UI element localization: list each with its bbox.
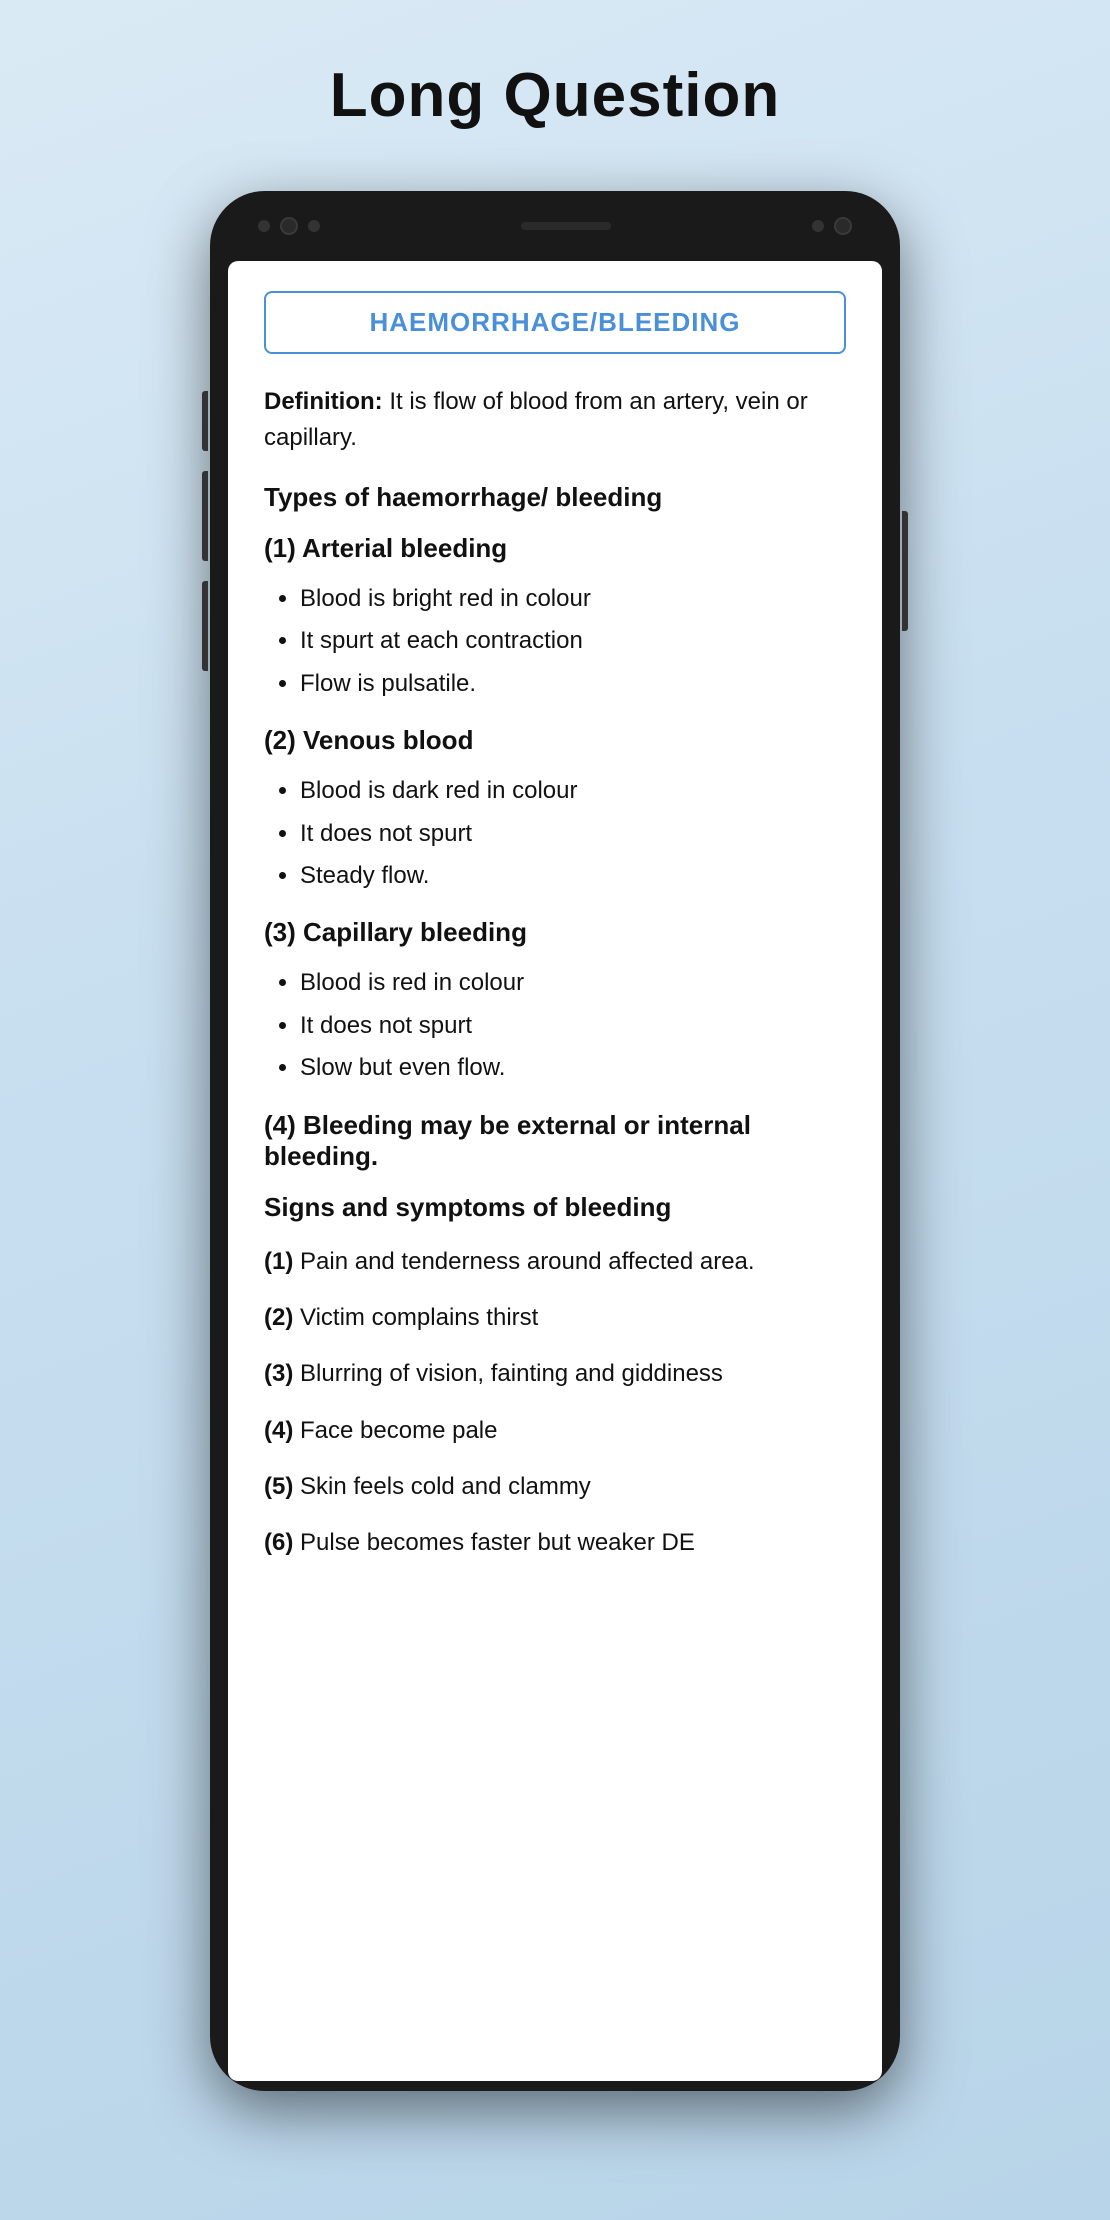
arterial-list: Blood is bright red in colour It spurt a… [300,580,846,703]
arterial-heading: (1) Arterial bleeding [264,533,846,564]
list-item: Blood is bright red in colour [300,580,846,618]
list-item: It spurt at each contraction [300,622,846,660]
sign-num-1: (1) [264,1248,293,1275]
capillary-list: Blood is red in colour It does not spurt… [300,964,846,1087]
sign-text-5: Skin feels cold and clammy [300,1473,591,1500]
sign-num-6: (6) [264,1529,293,1556]
sign-num-2: (2) [264,1304,293,1331]
list-item: Flow is pulsatile. [300,665,846,703]
sensor-right-1 [812,220,824,232]
sign-num-4: (4) [264,1417,293,1444]
external-internal-item: (4) Bleeding may be external or internal… [264,1110,846,1172]
venous-heading: (2) Venous blood [264,725,846,756]
camera-area [258,217,320,235]
power-button [202,391,208,451]
list-item: It does not spurt [300,1007,846,1045]
phone-screen: HAEMORRHAGE/BLEEDING Definition: It is f… [228,261,882,2081]
list-item: It does not spurt [300,815,846,853]
definition-label: Definition: [264,388,383,415]
sign-num-5: (5) [264,1473,293,1500]
list-item: Blood is dark red in colour [300,772,846,810]
sign-text-4: Face become pale [300,1417,497,1444]
list-item: Slow but even flow. [300,1049,846,1087]
phone-device: HAEMORRHAGE/BLEEDING Definition: It is f… [210,191,900,2091]
types-heading: Types of haemorrhage/ bleeding [264,482,846,513]
volume-up-button [202,471,208,561]
sign-item-5: (5) Skin feels cold and clammy [264,1468,846,1506]
sign-item-6: (6) Pulse becomes faster but weaker DE [264,1524,846,1562]
front-camera-icon [280,217,298,235]
page-title: Long Question [330,60,780,131]
topic-header-text: HAEMORRHAGE/BLEEDING [369,307,740,337]
volume-down-button [202,581,208,671]
sensor-right-2 [834,217,852,235]
list-item: Steady flow. [300,857,846,895]
topic-header-box: HAEMORRHAGE/BLEEDING [264,291,846,354]
sign-item-1: (1) Pain and tenderness around affected … [264,1243,846,1281]
sensor-dot-2 [308,220,320,232]
side-button-right [902,511,908,631]
sign-num-3: (3) [264,1360,293,1387]
venous-list: Blood is dark red in colour It does not … [300,772,846,895]
top-right-sensors [812,217,852,235]
sign-text-2: Victim complains thirst [300,1304,538,1331]
capillary-heading: (3) Capillary bleeding [264,917,846,948]
list-item: Blood is red in colour [300,964,846,1002]
sign-text-6: Pulse becomes faster but weaker DE [300,1529,695,1556]
phone-top-bar [228,191,882,261]
definition-paragraph: Definition: It is flow of blood from an … [264,384,846,456]
sensor-dot [258,220,270,232]
sign-text-3: Blurring of vision, fainting and giddine… [300,1360,723,1387]
sign-item-4: (4) Face become pale [264,1412,846,1450]
signs-heading: Signs and symptoms of bleeding [264,1192,846,1223]
sign-item-3: (3) Blurring of vision, fainting and gid… [264,1355,846,1393]
sign-item-2: (2) Victim complains thirst [264,1299,846,1337]
sign-text-1: Pain and tenderness around affected area… [300,1248,755,1275]
phone-speaker [521,222,611,230]
